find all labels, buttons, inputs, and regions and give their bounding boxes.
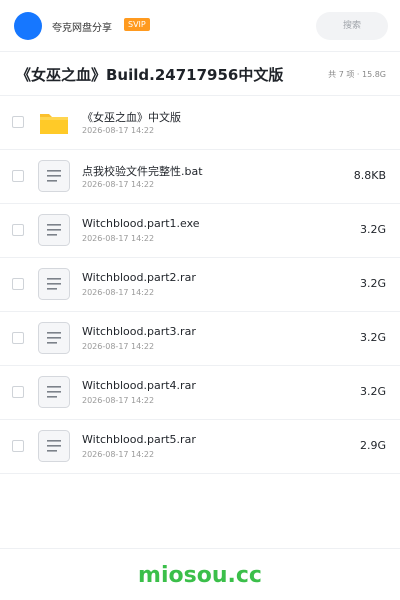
file-name: Witchblood.part2.rar: [82, 271, 196, 284]
file-row[interactable]: Witchblood.part4.rar 2026-08-17 14:22 3.…: [0, 366, 400, 420]
file-name: 点我校验文件完整性.bat: [82, 165, 203, 178]
file-date: 2026-08-17 14:22: [82, 450, 155, 459]
file-size: 3.2G: [359, 223, 386, 236]
row-checkbox[interactable]: [12, 440, 24, 452]
file-row[interactable]: 点我校验文件完整性.bat 2026-08-17 14:22 8.8KB: [0, 150, 400, 204]
row-checkbox[interactable]: [12, 278, 24, 290]
search-input[interactable]: [316, 12, 388, 40]
row-checkbox[interactable]: [12, 224, 24, 236]
footer: miosou.cc: [0, 548, 400, 600]
file-name: Witchblood.part3.rar: [82, 325, 196, 338]
file-row[interactable]: Witchblood.part3.rar 2026-08-17 14:22 3.…: [0, 312, 400, 366]
file-row[interactable]: Witchblood.part2.rar 2026-08-17 14:22 3.…: [0, 258, 400, 312]
file-size: 8.8KB: [353, 169, 386, 182]
file-size: 2.9G: [359, 439, 386, 452]
folder-icon: [38, 106, 70, 138]
file-date: 2026-08-17 14:22: [82, 234, 155, 243]
file-name: 《女巫之血》中文版: [82, 111, 181, 124]
file-name: Witchblood.part5.rar: [82, 433, 196, 446]
row-checkbox[interactable]: [12, 170, 24, 182]
file-icon: [38, 214, 70, 246]
top-header: 夸克网盘分享 SVIP: [0, 0, 400, 52]
file-name: Witchblood.part4.rar: [82, 379, 196, 392]
file-date: 2026-08-17 14:22: [82, 126, 155, 135]
file-date: 2026-08-17 14:22: [82, 396, 155, 405]
file-row[interactable]: Witchblood.part1.exe 2026-08-17 14:22 3.…: [0, 204, 400, 258]
file-size: 3.2G: [359, 331, 386, 344]
file-icon: [38, 376, 70, 408]
share-title-bar: 《女巫之血》Build.24717956中文版 共 7 项 · 15.8G: [0, 52, 400, 96]
brand-watermark: miosou.cc: [138, 563, 262, 588]
row-checkbox[interactable]: [12, 116, 24, 128]
file-size: 3.2G: [359, 385, 386, 398]
svip-badge: SVIP: [124, 18, 150, 31]
file-row[interactable]: 《女巫之血》中文版 2026-08-17 14:22: [0, 96, 400, 150]
file-icon: [38, 430, 70, 462]
row-checkbox[interactable]: [12, 332, 24, 344]
row-checkbox[interactable]: [12, 386, 24, 398]
file-row[interactable]: Witchblood.part5.rar 2026-08-17 14:22 2.…: [0, 420, 400, 474]
file-size: 3.2G: [359, 277, 386, 290]
file-name: Witchblood.part1.exe: [82, 217, 200, 230]
share-summary: 共 7 项 · 15.8G: [328, 70, 386, 79]
file-icon: [38, 160, 70, 192]
file-icon: [38, 268, 70, 300]
page-title: 《女巫之血》Build.24717956中文版: [16, 66, 284, 84]
site-name: 夸克网盘分享: [52, 23, 112, 34]
avatar[interactable]: [14, 12, 42, 40]
file-icon: [38, 322, 70, 354]
file-list: 《女巫之血》中文版 2026-08-17 14:22 点我校验文件完整性.bat…: [0, 96, 400, 474]
file-date: 2026-08-17 14:22: [82, 288, 155, 297]
file-date: 2026-08-17 14:22: [82, 342, 155, 351]
file-date: 2026-08-17 14:22: [82, 180, 155, 189]
